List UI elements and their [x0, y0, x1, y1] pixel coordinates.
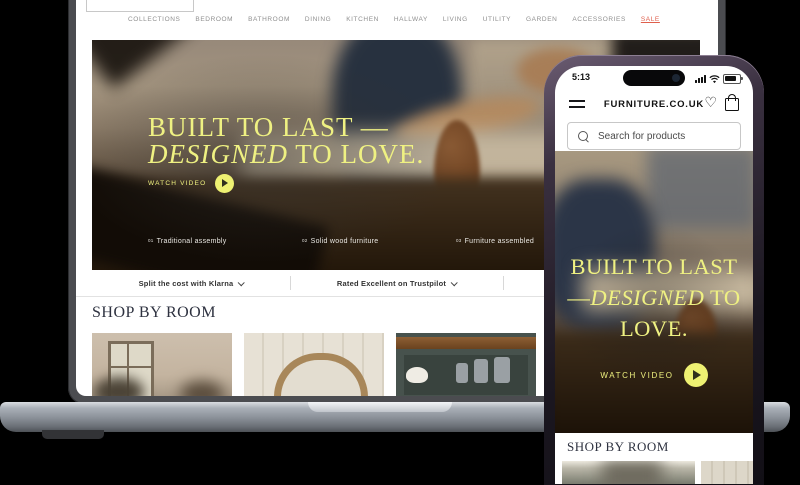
feature-number: 01 [148, 238, 154, 243]
phone-header: FURNITURE.CO.UK ♡ [555, 88, 753, 120]
plant-art [180, 381, 224, 396]
hero-feature-3: 03 Furniture assembled [456, 238, 534, 245]
mirror-art [274, 353, 368, 396]
teapot-art [406, 367, 428, 383]
shop-by-room-heading: SHOP BY ROOM [567, 439, 669, 454]
dresser-art [396, 337, 536, 349]
jug-art [456, 363, 468, 383]
phone-hero-banner: BUILT TO LAST —DESIGNED TO LOVE. WATCH V… [555, 151, 753, 433]
nav-item-sale[interactable]: SALE [641, 16, 660, 23]
room-card-panelled[interactable] [701, 461, 753, 484]
wishlist-heart-icon[interactable]: ♡ [704, 95, 717, 109]
nav-item-dining[interactable]: DINING [305, 16, 331, 23]
hero-title-line1: BUILT TO LAST — [148, 112, 389, 142]
watch-video-button[interactable]: WATCH VIDEO [148, 174, 235, 193]
signal-icon [695, 75, 706, 83]
shop-by-room-heading: SHOP BY ROOM [92, 304, 216, 321]
dynamic-island [623, 70, 685, 86]
watch-video-label: WATCH VIDEO [600, 370, 674, 380]
info-bar-divider [503, 276, 504, 290]
jug-art [474, 359, 488, 383]
watch-video-button[interactable]: WATCH VIDEO [555, 363, 753, 387]
status-time: 5:13 [572, 72, 591, 82]
search-icon [578, 131, 588, 141]
wifi-icon [709, 74, 720, 83]
desktop-hero-title: BUILT TO LAST — DESIGNED TO LOVE. [148, 114, 424, 168]
laptop-foot [42, 430, 104, 439]
cart-bag-icon[interactable] [725, 94, 739, 111]
nav-item-utility[interactable]: UTILITY [483, 16, 511, 23]
play-icon[interactable] [683, 363, 708, 387]
brand-logo: FURNITURE.CO.UK [603, 99, 705, 110]
hero-title-line2-rest: TO LOVE. [287, 139, 425, 169]
nav-item-kitchen[interactable]: KITCHEN [346, 16, 379, 23]
room-card-panelled[interactable] [244, 333, 384, 396]
phone-hero-title: BUILT TO LAST —DESIGNED TO LOVE. [555, 251, 753, 344]
trustpilot-dropdown[interactable]: Rated Excellent on Trustpilot [290, 270, 503, 296]
phone-status-bar: 5:13 [555, 66, 753, 88]
feature-label: Solid wood furniture [310, 238, 379, 245]
feature-label: Traditional assembly [156, 238, 227, 245]
room-card-bedroom[interactable] [92, 333, 232, 396]
status-icons [695, 74, 743, 84]
feature-number: 02 [302, 238, 308, 243]
nav-item-garden[interactable]: GARDEN [526, 16, 557, 23]
hero-title-dash: — [567, 285, 591, 310]
chevron-down-icon [238, 278, 246, 286]
jug-art [494, 357, 510, 383]
room-card-interior[interactable] [562, 461, 695, 484]
hero-title-line2-italic: DESIGNED [590, 285, 705, 310]
phone-shop-section: SHOP BY ROOM [555, 433, 753, 484]
nav-item-bathroom[interactable]: BATHROOM [248, 16, 290, 23]
hero-feature-2: 02 Solid wood furniture [302, 238, 378, 245]
trustpilot-label: Rated Excellent on Trustpilot [336, 278, 447, 288]
nav-item-collections[interactable]: COLLECTIONS [128, 16, 180, 23]
laptop-base-notch [308, 402, 452, 412]
hero-title-line1: BUILT TO LAST [570, 254, 738, 279]
feature-number: 03 [456, 238, 462, 243]
search-input[interactable] [596, 129, 720, 143]
play-icon[interactable] [215, 174, 235, 193]
phone-screen: 5:13 FURNITURE.CO.UK ♡ Search for produc… [555, 66, 753, 484]
hero-title-line2-rest: TO [704, 285, 741, 310]
klarna-label: Split the cost with Klarna [138, 278, 234, 288]
nav-item-accessories[interactable]: ACCESSORIES [572, 16, 626, 23]
watch-video-label: WATCH VIDEO [148, 180, 207, 187]
nav-item-living[interactable]: LIVING [443, 16, 468, 23]
klarna-dropdown[interactable]: Split the cost with Klarna [92, 270, 290, 296]
phone-search-bar[interactable] [567, 122, 741, 150]
hero-feature-1: 01 Traditional assembly [148, 238, 227, 245]
room-card-kitchen[interactable] [396, 333, 536, 396]
desktop-main-nav: COLLECTIONS BEDROOM BATHROOM DINING KITC… [128, 12, 660, 26]
chevron-down-icon [450, 278, 458, 286]
nav-item-hallway[interactable]: HALLWAY [394, 16, 428, 23]
hero-title-line2-italic: DESIGNED [148, 139, 288, 169]
camera-icon [672, 74, 680, 82]
feature-label: Furniture assembled [464, 238, 535, 245]
room-art [602, 461, 662, 484]
desktop-search-field[interactable] [86, 0, 194, 12]
battery-icon [723, 74, 743, 84]
hero-title-line3: LOVE. [619, 316, 689, 341]
nav-item-bedroom[interactable]: BEDROOM [195, 16, 233, 23]
